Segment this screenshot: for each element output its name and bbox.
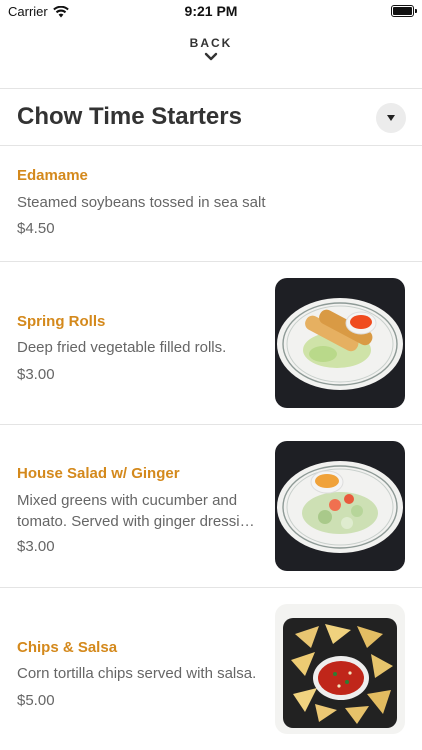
item-description-line-2: tomato. Served with ginger dressi…: [17, 513, 255, 530]
item-description-line-1: Mixed greens with cucumber and: [17, 492, 238, 509]
section-dropdown-button[interactable]: [376, 103, 406, 133]
item-name: Edamame: [17, 167, 88, 184]
menu-item-edamame[interactable]: Edamame Steamed soybeans tossed in sea s…: [0, 146, 422, 261]
item-price: $4.50: [17, 220, 55, 237]
status-time: 9:21 PM: [184, 3, 238, 19]
caret-down-icon: [387, 115, 395, 121]
back-label: BACK: [189, 36, 233, 50]
section-header: Chow Time Starters: [0, 89, 422, 145]
battery-icon: [391, 5, 417, 17]
item-name: Spring Rolls: [17, 313, 106, 330]
item-price: $5.00: [17, 692, 55, 709]
menu-item-chips-salsa[interactable]: Chips & Salsa Corn tortilla chips served…: [0, 588, 422, 750]
menu-item-house-salad[interactable]: House Salad w/ Ginger Mixed greens with …: [0, 425, 422, 587]
item-name: Chips & Salsa: [17, 639, 118, 656]
item-description: Steamed soybeans tossed in sea salt: [17, 194, 266, 211]
back-button[interactable]: BACK: [0, 36, 422, 61]
menu-item-spring-rolls[interactable]: Spring Rolls Deep fried vegetable filled…: [0, 262, 422, 424]
item-name: House Salad w/ Ginger: [17, 465, 180, 482]
item-description: Corn tortilla chips served with salsa.: [17, 665, 257, 682]
item-price: $3.00: [17, 538, 55, 555]
section-title: Chow Time Starters: [17, 103, 242, 130]
house-salad-photo: [275, 441, 405, 571]
chips-salsa-photo: [275, 604, 405, 734]
spring-rolls-photo: [275, 278, 405, 408]
item-description: Deep fried vegetable filled rolls.: [17, 339, 227, 356]
status-bar: Carrier 9:21 PM: [0, 0, 422, 24]
chevron-down-icon: [204, 52, 218, 61]
item-price: $3.00: [17, 366, 55, 383]
